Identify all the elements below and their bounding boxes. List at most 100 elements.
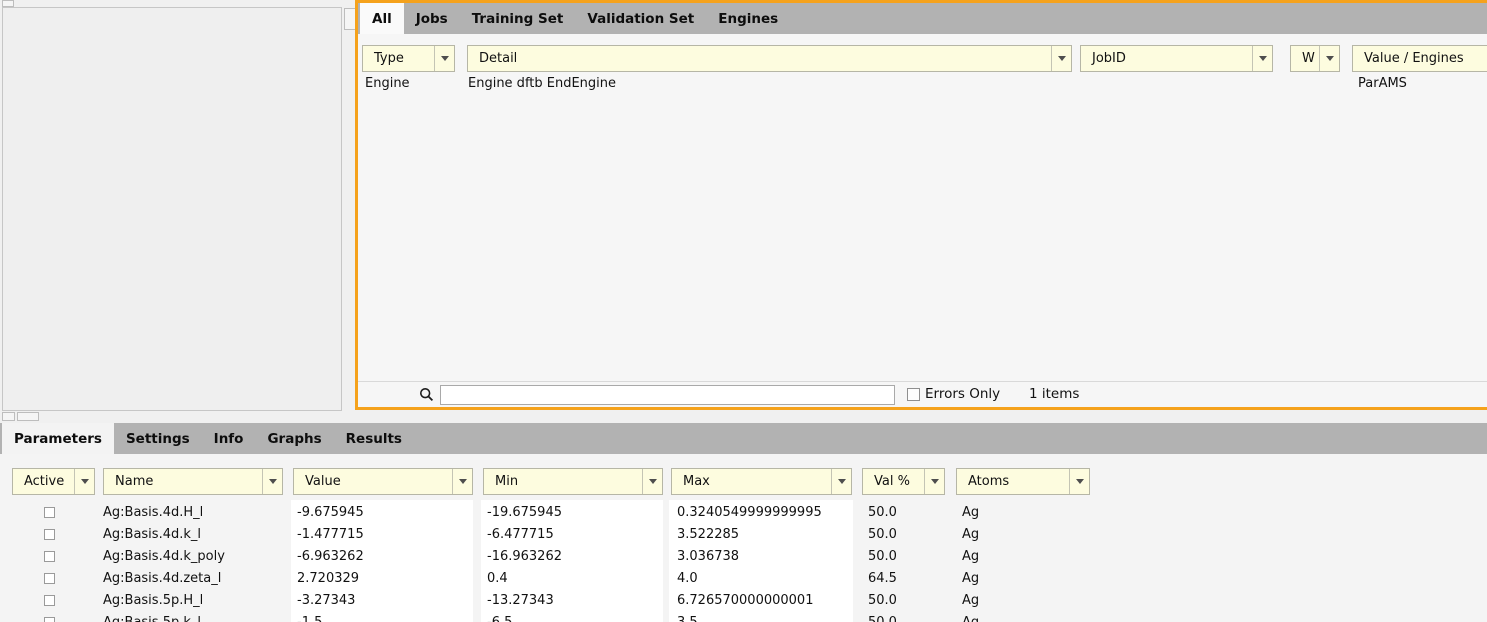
- active-checkbox[interactable]: [44, 573, 55, 584]
- param-value[interactable]: -9.675945: [297, 502, 364, 524]
- horizontal-splitter-handle-b[interactable]: [17, 412, 39, 421]
- tab-all[interactable]: All: [360, 3, 404, 34]
- errors-only-checkbox[interactable]: [907, 388, 920, 401]
- active-checkbox[interactable]: [44, 551, 55, 562]
- chevron-down-icon[interactable]: [262, 469, 282, 494]
- chevron-down-icon[interactable]: [1319, 46, 1339, 71]
- param-max[interactable]: 6.726570000000001: [677, 590, 813, 612]
- table-row[interactable]: Ag:Basis.4d.k_l -1.477715 -6.477715 3.52…: [0, 524, 1120, 546]
- chevron-down-icon[interactable]: [1051, 46, 1071, 71]
- param-valpct: 50.0: [868, 502, 897, 524]
- chevron-down-icon[interactable]: [74, 469, 94, 494]
- chevron-down-icon[interactable]: [831, 469, 851, 494]
- chevron-down-icon[interactable]: [1069, 469, 1089, 494]
- param-column-min-label: Min: [484, 474, 642, 489]
- param-max[interactable]: 3.036738: [677, 546, 739, 568]
- param-value[interactable]: -6.963262: [297, 546, 364, 568]
- column-header-value-engines-label: Value / Engines: [1353, 51, 1487, 66]
- active-checkbox[interactable]: [44, 507, 55, 518]
- tab-info[interactable]: Info: [202, 423, 256, 454]
- engine-row-value-engines: ParAMS: [1358, 74, 1407, 94]
- left-empty-panel: [2, 7, 342, 411]
- search-input[interactable]: [440, 385, 895, 405]
- params-app-window: All Jobs Training Set Validation Set Eng…: [0, 0, 1487, 622]
- tab-settings[interactable]: Settings: [114, 423, 202, 454]
- results-footer-bar: Errors Only 1 items: [358, 381, 1487, 407]
- param-name: Ag:Basis.4d.k_l: [103, 524, 201, 546]
- column-header-type[interactable]: Type: [362, 45, 455, 72]
- param-min[interactable]: -16.963262: [487, 546, 562, 568]
- chevron-down-icon[interactable]: [924, 469, 944, 494]
- chevron-down-icon[interactable]: [434, 46, 454, 71]
- param-valpct: 50.0: [868, 546, 897, 568]
- tab-training-set[interactable]: Training Set: [460, 3, 576, 34]
- param-max[interactable]: 0.3240549999999995: [677, 502, 822, 524]
- column-header-jobid-label: JobID: [1081, 51, 1252, 66]
- table-row[interactable]: Ag:Basis.5p.k_l -1.5 -6.5 3.5 50.0 Ag: [0, 612, 1120, 622]
- column-header-detail[interactable]: Detail: [467, 45, 1072, 72]
- param-column-valpct-label: Val %: [863, 474, 924, 489]
- chevron-down-icon[interactable]: [1252, 46, 1272, 71]
- active-checkbox[interactable]: [44, 617, 55, 622]
- param-value[interactable]: -1.5: [297, 612, 322, 622]
- tab-engines[interactable]: Engines: [706, 3, 790, 34]
- table-row[interactable]: Ag:Basis.4d.zeta_l 2.720329 0.4 4.0 64.5…: [0, 568, 1120, 590]
- active-checkbox[interactable]: [44, 529, 55, 540]
- engine-row-type: Engine: [365, 74, 410, 94]
- param-min[interactable]: -19.675945: [487, 502, 562, 524]
- param-column-name-label: Name: [104, 474, 262, 489]
- param-max[interactable]: 3.5: [677, 612, 698, 622]
- param-column-atoms[interactable]: Atoms: [956, 468, 1090, 495]
- param-max[interactable]: 4.0: [677, 568, 698, 590]
- param-atoms: Ag: [962, 612, 979, 622]
- param-value[interactable]: 2.720329: [297, 568, 359, 590]
- param-valpct: 50.0: [868, 612, 897, 622]
- param-column-atoms-label: Atoms: [957, 474, 1069, 489]
- param-name: Ag:Basis.4d.H_l: [103, 502, 203, 524]
- param-min[interactable]: 0.4: [487, 568, 508, 590]
- param-column-value[interactable]: Value: [293, 468, 473, 495]
- chevron-down-icon[interactable]: [642, 469, 662, 494]
- horizontal-splitter-handle-a[interactable]: [2, 412, 15, 421]
- param-column-valpct[interactable]: Val %: [862, 468, 945, 495]
- column-header-detail-label: Detail: [468, 51, 1051, 66]
- param-min[interactable]: -6.5: [487, 612, 512, 622]
- param-column-name[interactable]: Name: [103, 468, 283, 495]
- param-atoms: Ag: [962, 502, 979, 524]
- param-atoms: Ag: [962, 568, 979, 590]
- tab-parameters[interactable]: Parameters: [2, 423, 114, 454]
- column-header-type-label: Type: [363, 51, 434, 66]
- param-min[interactable]: -13.27343: [487, 590, 554, 612]
- param-column-max[interactable]: Max: [671, 468, 852, 495]
- param-name: Ag:Basis.4d.k_poly: [103, 546, 225, 568]
- search-icon: [419, 387, 434, 402]
- column-header-value-engines[interactable]: Value / Engines: [1352, 45, 1487, 72]
- parameters-tab-bar: Parameters Settings Info Graphs Results: [0, 423, 1487, 454]
- active-checkbox[interactable]: [44, 595, 55, 606]
- param-max[interactable]: 3.522285: [677, 524, 739, 546]
- items-count: 1 items: [1029, 382, 1079, 407]
- errors-only-label: Errors Only: [925, 382, 1000, 407]
- param-atoms: Ag: [962, 546, 979, 568]
- tab-validation-set[interactable]: Validation Set: [575, 3, 706, 34]
- table-row[interactable]: Ag:Basis.5p.H_l -3.27343 -13.27343 6.726…: [0, 590, 1120, 612]
- table-row[interactable]: Ag:Basis.4d.H_l -9.675945 -19.675945 0.3…: [0, 502, 1120, 524]
- column-header-jobid[interactable]: JobID: [1080, 45, 1273, 72]
- tab-jobs[interactable]: Jobs: [404, 3, 460, 34]
- param-atoms: Ag: [962, 524, 979, 546]
- param-column-max-label: Max: [672, 474, 831, 489]
- param-min[interactable]: -6.477715: [487, 524, 554, 546]
- tab-graphs[interactable]: Graphs: [255, 423, 333, 454]
- results-panel: All Jobs Training Set Validation Set Eng…: [355, 0, 1487, 410]
- param-name: Ag:Basis.5p.k_l: [103, 612, 201, 622]
- chevron-down-icon[interactable]: [452, 469, 472, 494]
- table-row[interactable]: Ag:Basis.4d.k_poly -6.963262 -16.963262 …: [0, 546, 1120, 568]
- param-column-min[interactable]: Min: [483, 468, 663, 495]
- param-value[interactable]: -1.477715: [297, 524, 364, 546]
- param-value[interactable]: -3.27343: [297, 590, 355, 612]
- param-column-active[interactable]: Active: [12, 468, 95, 495]
- param-valpct: 50.0: [868, 590, 897, 612]
- tab-results[interactable]: Results: [334, 423, 414, 454]
- splitter-handle-top[interactable]: [2, 0, 14, 7]
- column-header-w[interactable]: W: [1290, 45, 1340, 72]
